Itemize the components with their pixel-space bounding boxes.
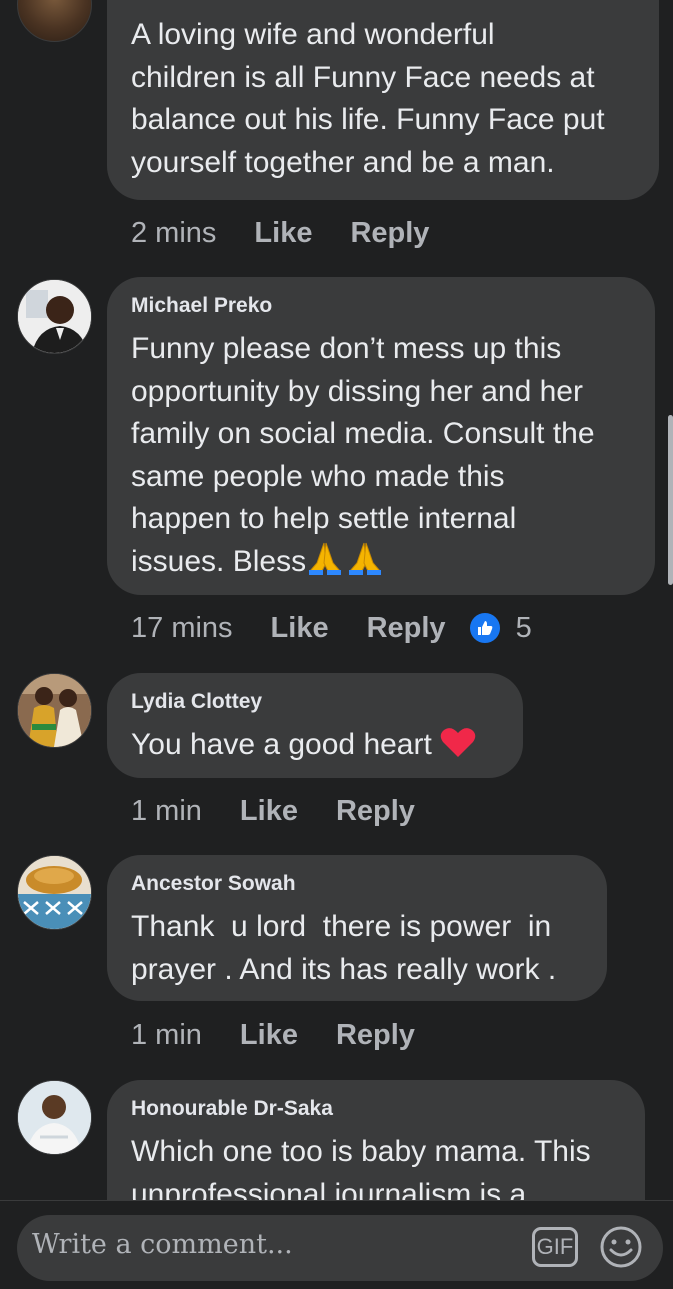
- comment-author[interactable]: Honourable Dr-Saka: [131, 1097, 621, 1121]
- comment-text: You have a good heart: [131, 724, 499, 771]
- comment-bubble[interactable]: Michael Preko Funny please don’t mess up…: [107, 277, 655, 595]
- pray-emoji-icon: [306, 541, 384, 588]
- like-reaction-icon[interactable]: [467, 611, 502, 645]
- heart-emoji-icon: [440, 726, 476, 771]
- comment-actions: 17 mins Like Reply 5: [131, 608, 532, 648]
- like-button[interactable]: Like: [240, 795, 298, 828]
- avatar[interactable]: [17, 673, 92, 748]
- comment-actions: 1 min Like Reply: [131, 1015, 453, 1055]
- comment-text-body: You have a good heart: [131, 728, 432, 761]
- comment-author[interactable]: Ancestor Sowah: [131, 872, 583, 896]
- avatar[interactable]: [17, 279, 92, 354]
- comment-author[interactable]: Michael Preko: [131, 294, 631, 318]
- smiley-icon[interactable]: [599, 1225, 643, 1269]
- avatar[interactable]: [17, 0, 92, 42]
- comment-composer: Write a comment... GIF: [0, 1200, 673, 1289]
- comment-time[interactable]: 17 mins: [131, 612, 233, 645]
- comment-time[interactable]: 1 min: [131, 795, 202, 828]
- comment-actions: 2 mins Like Reply: [131, 213, 467, 253]
- comment-text: Thank u lord there is power in prayer . …: [131, 910, 557, 986]
- reply-button[interactable]: Reply: [336, 1019, 415, 1052]
- reply-button[interactable]: Reply: [367, 612, 446, 645]
- like-button[interactable]: Like: [271, 612, 329, 645]
- gif-icon[interactable]: GIF: [532, 1227, 578, 1267]
- comment-author[interactable]: Lydia Clottey: [131, 690, 499, 714]
- comment-bubble[interactable]: Lydia Clottey You have a good heart: [107, 673, 523, 778]
- avatar[interactable]: [17, 1080, 92, 1155]
- avatar-photo: [18, 674, 91, 747]
- reaction-count[interactable]: 5: [516, 612, 532, 645]
- comment-input-placeholder: Write a comment...: [32, 1229, 293, 1260]
- comment-text: Funny please don’t mess up this opportun…: [131, 328, 631, 587]
- comment-time[interactable]: 1 min: [131, 1019, 202, 1052]
- reply-button[interactable]: Reply: [350, 217, 429, 250]
- scrollbar-thumb[interactable]: [668, 415, 673, 585]
- comment-actions: 1 min Like Reply: [131, 791, 453, 831]
- avatar-photo: [18, 856, 91, 929]
- comment-time[interactable]: 2 mins: [131, 217, 216, 250]
- avatar[interactable]: [17, 855, 92, 930]
- comment-bubble[interactable]: A loving wife and wonderful children is …: [107, 0, 659, 200]
- comment-input[interactable]: Write a comment... GIF: [17, 1215, 663, 1281]
- gif-label: GIF: [536, 1234, 574, 1259]
- like-button[interactable]: Like: [240, 1019, 298, 1052]
- comment-bubble[interactable]: Ancestor Sowah Thank u lord there is pow…: [107, 855, 607, 1001]
- avatar-photo: [18, 280, 91, 353]
- reply-button[interactable]: Reply: [336, 795, 415, 828]
- avatar-photo: [18, 1081, 91, 1154]
- comment-text: A loving wife and wonderful children is …: [131, 18, 605, 179]
- like-button[interactable]: Like: [254, 217, 312, 250]
